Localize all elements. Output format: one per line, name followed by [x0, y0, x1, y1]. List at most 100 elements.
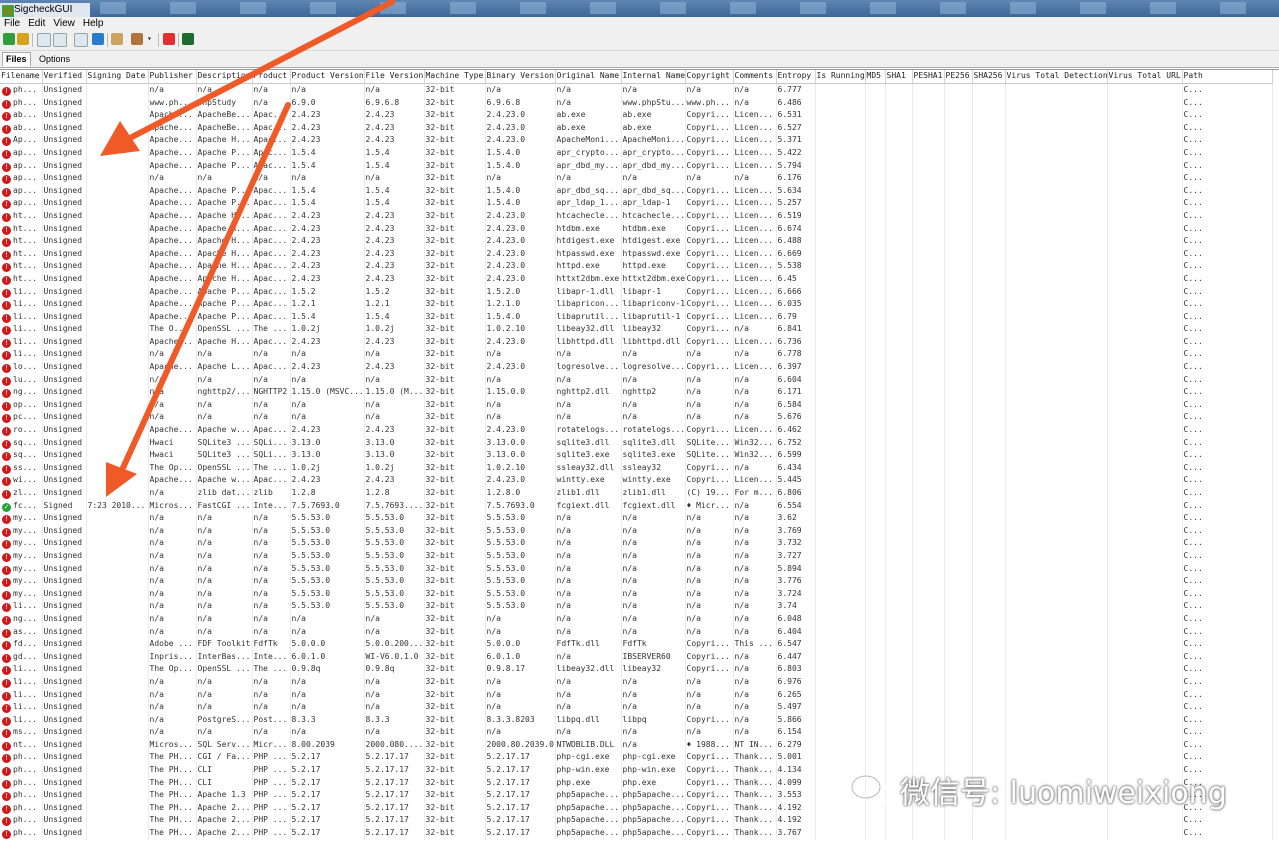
table-row[interactable]: ! op... Unsigned n/a n/a n/a n/a n/a 32-bit n/a n/…: [0, 398, 1273, 412]
table-row[interactable]: ! sq... Unsigned Hwaci SQLite3 ... SQLi... 3.1…: [0, 436, 1273, 450]
column-header[interactable]: SHA1: [885, 70, 913, 84]
table-row[interactable]: ✓ fc... Signed 7:23 2010... Micros... FastCGI…: [0, 499, 1273, 513]
table-row[interactable]: ! li... Unsigned n/a n/a n/a n/a n/a 32-bit n/a n/…: [0, 348, 1273, 362]
column-header[interactable]: Binary Version: [485, 70, 556, 84]
menu-item-file[interactable]: File: [0, 17, 24, 30]
table-row[interactable]: ! lu... Unsigned n/a n/a n/a n/a n/a 32-bit n/a n/…: [0, 373, 1273, 387]
document-icon[interactable]: [53, 33, 67, 47]
table-cell: 2.4.23: [290, 260, 365, 273]
table-row[interactable]: ! fd... Unsigned Adobe ... FDF Toolkit FdfTk 5…: [0, 638, 1273, 651]
table-row[interactable]: ! gd... Unsigned Inpris... InterBas... Inte..…: [0, 650, 1273, 664]
table-row[interactable]: ! li... Unsigned The Op... OpenSSL ... The ..…: [0, 663, 1273, 676]
column-header[interactable]: Copyright: [685, 70, 734, 84]
table-row[interactable]: ! li... Unsigned n/a n/a n/a 5.5.53.0 5.5.53.0 3…: [0, 600, 1273, 613]
table-row[interactable]: ! ht... Unsigned Apache... Apache H... Apac..…: [0, 235, 1273, 248]
menu-item-edit[interactable]: Edit: [24, 17, 49, 30]
folder-open-icon[interactable]: [111, 33, 123, 45]
column-header[interactable]: Path: [1182, 70, 1273, 84]
table-row[interactable]: ! ab... Unsigned Apache... ApacheBe... Apac..…: [0, 121, 1273, 135]
menu-item-help[interactable]: Help: [79, 17, 108, 30]
table-row[interactable]: ! li... Unsigned n/a PostgreS... Post... 8.3.3…: [0, 713, 1273, 727]
column-header[interactable]: Comments: [733, 70, 777, 84]
column-header[interactable]: Publisher: [148, 70, 197, 84]
column-header[interactable]: Virus Total URL: [1107, 70, 1183, 84]
table-row[interactable]: ! li... Unsigned Apache... Apache P... Apac..…: [0, 310, 1273, 324]
table-row[interactable]: ! as... Unsigned n/a n/a n/a n/a n/a 32-bit n/a n/…: [0, 625, 1273, 639]
column-header[interactable]: Product: [252, 70, 291, 84]
column-header[interactable]: PESHA1: [912, 70, 945, 84]
table-row[interactable]: ! ht... Unsigned Apache... Apache H... Apac..…: [0, 247, 1273, 261]
table-row[interactable]: ! ap... Unsigned Apache... Apache P... Apac..…: [0, 146, 1273, 160]
add-folder-icon[interactable]: [17, 33, 29, 45]
table-row[interactable]: ! sq... Unsigned Hwaci SQLite3 ... SQLi... 3.1…: [0, 449, 1273, 462]
table-row[interactable]: ! ap... Unsigned Apache... Apache P... Apac..…: [0, 197, 1273, 210]
table-row[interactable]: ! ht... Unsigned Apache... Apache H... Apac..…: [0, 209, 1273, 223]
table-row[interactable]: ! ht... Unsigned Apache... Apache H... Apac..…: [0, 260, 1273, 273]
table-row[interactable]: ! li... Unsigned n/a n/a n/a n/a n/a 32-bit n/a n/…: [0, 675, 1273, 689]
table-row[interactable]: ! li... Unsigned Apache... Apache P... Apac..…: [0, 298, 1273, 311]
table-row[interactable]: ! ph... Unsigned The PH... CGI / Fa... PHP ..…: [0, 751, 1273, 765]
column-header[interactable]: MD5: [865, 70, 886, 84]
column-header[interactable]: File Version: [364, 70, 425, 84]
column-header[interactable]: Description: [196, 70, 253, 84]
table-cell: www.phpStu...: [621, 96, 686, 110]
table-row[interactable]: ! Ap... Unsigned Apache... Apache H... Apac..…: [0, 134, 1273, 147]
table-row[interactable]: ! zl... Unsigned n/a zlib dat... zlib 1.2.8 1.2…: [0, 487, 1273, 500]
table-row[interactable]: ! ph... Unsigned www.ph... phpStudy n/a 6.9.0 6…: [0, 96, 1273, 110]
table-row[interactable]: ! lo... Unsigned Apache... Apache L... Apac..…: [0, 361, 1273, 374]
table-row[interactable]: ! my... Unsigned n/a n/a n/a 5.5.53.0 5.5.53.0 3…: [0, 549, 1273, 563]
table-row[interactable]: ! ng... Unsigned n/a n/a n/a n/a n/a 32-bit n/a n/…: [0, 612, 1273, 626]
table-row[interactable]: ! li... Unsigned Apache... Apache H... Apac..…: [0, 335, 1273, 349]
table-row[interactable]: ! my... Unsigned n/a n/a n/a 5.5.53.0 5.5.53.0 3…: [0, 512, 1273, 525]
table-row[interactable]: ! li... Unsigned Apache... Apache P... Apac..…: [0, 285, 1273, 299]
table-row[interactable]: ! ms... Unsigned n/a n/a n/a n/a n/a 32-bit n/a n/…: [0, 726, 1273, 739]
table-row[interactable]: ! li... Unsigned The O... OpenSSL ... The ...…: [0, 323, 1273, 336]
column-header[interactable]: Machine Type: [424, 70, 486, 84]
table-row[interactable]: ! pc... Unsigned n/a n/a n/a n/a n/a 32-bit n/a n/…: [0, 411, 1273, 425]
table-row[interactable]: ! ap... Unsigned n/a n/a n/a n/a n/a 32-bit n/a n/…: [0, 172, 1273, 185]
table-row[interactable]: ! my... Unsigned n/a n/a n/a 5.5.53.0 5.5.53.0 3…: [0, 575, 1273, 588]
table-row[interactable]: ! ph... Unsigned The PH... Apache 2... PHP ..…: [0, 814, 1273, 828]
column-header[interactable]: Internal Name: [621, 70, 686, 84]
table-row[interactable]: ! ap... Unsigned Apache... Apache P... Apac..…: [0, 159, 1273, 173]
table-row[interactable]: ! ab... Unsigned Apache... ApacheBe... Apac..…: [0, 109, 1273, 122]
table-row[interactable]: ! li... Unsigned n/a n/a n/a n/a n/a 32-bit n/a n/…: [0, 701, 1273, 714]
tab-options[interactable]: Options: [36, 53, 73, 66]
table-row[interactable]: ! my... Unsigned n/a n/a n/a 5.5.53.0 5.5.53.0 3…: [0, 562, 1273, 576]
table-row[interactable]: ! ph... Unsigned The PH... Apache 2... PHP ..…: [0, 827, 1273, 840]
tab-files[interactable]: Files: [2, 52, 31, 66]
table-row[interactable]: ! li... Unsigned n/a n/a n/a n/a n/a 32-bit n/a n/…: [0, 688, 1273, 702]
table-row[interactable]: ! ph... Unsigned n/a n/a n/a n/a n/a 32-bit n/a n/…: [0, 83, 1273, 97]
table-row[interactable]: ! ap... Unsigned Apache... Apache P... Apac..…: [0, 184, 1273, 198]
brush-dropdown-icon[interactable]: [131, 33, 143, 45]
column-header[interactable]: Is Running: [815, 70, 866, 84]
table-row[interactable]: ! wi... Unsigned Apache... Apache w... Apac..…: [0, 474, 1273, 487]
table-row[interactable]: ! ro... Unsigned Apache... Apache w... Apac..…: [0, 424, 1273, 437]
properties-icon[interactable]: [74, 33, 88, 47]
column-header[interactable]: Product Version: [290, 70, 365, 84]
copy-icon[interactable]: [37, 33, 51, 47]
column-header[interactable]: Entropy: [776, 70, 816, 84]
column-header[interactable]: Filename: [0, 70, 43, 84]
table-cell: 32-bit: [424, 751, 486, 765]
chevron-down-icon[interactable]: ▾: [147, 33, 153, 45]
pin-icon[interactable]: [163, 33, 175, 45]
add-file-icon[interactable]: [3, 33, 15, 45]
column-header[interactable]: Original Name: [555, 70, 622, 84]
table-row[interactable]: ! my... Unsigned n/a n/a n/a 5.5.53.0 5.5.53.0 3…: [0, 537, 1273, 550]
column-header[interactable]: Signing Date: [86, 70, 149, 84]
menu-item-view[interactable]: View: [49, 17, 79, 30]
refresh-icon[interactable]: [92, 33, 104, 45]
table-row[interactable]: ! ht... Unsigned Apache... Apache H... Apac..…: [0, 272, 1273, 286]
column-header[interactable]: Verified: [42, 70, 87, 84]
column-header[interactable]: SHA256: [972, 70, 1006, 84]
table-row[interactable]: ! ss... Unsigned The Op... OpenSSL ... The ..…: [0, 461, 1273, 475]
grid-icon[interactable]: [182, 33, 194, 45]
column-header[interactable]: Virus Total Detection: [1005, 70, 1108, 84]
table-row[interactable]: ! nt... Unsigned Micros... SQL Serv... Micr..…: [0, 738, 1273, 752]
table-row[interactable]: ! ht... Unsigned Apache... Apache H... Apac..…: [0, 222, 1273, 236]
table-row[interactable]: ! ng... Unsigned n/a nghttp2/... NGHTTP2 1.15.…: [0, 386, 1273, 399]
table-row[interactable]: ! my... Unsigned n/a n/a n/a 5.5.53.0 5.5.53.0 3…: [0, 524, 1273, 538]
table-row[interactable]: ! my... Unsigned n/a n/a n/a 5.5.53.0 5.5.53.0 3…: [0, 587, 1273, 601]
column-header[interactable]: PE256: [944, 70, 973, 84]
